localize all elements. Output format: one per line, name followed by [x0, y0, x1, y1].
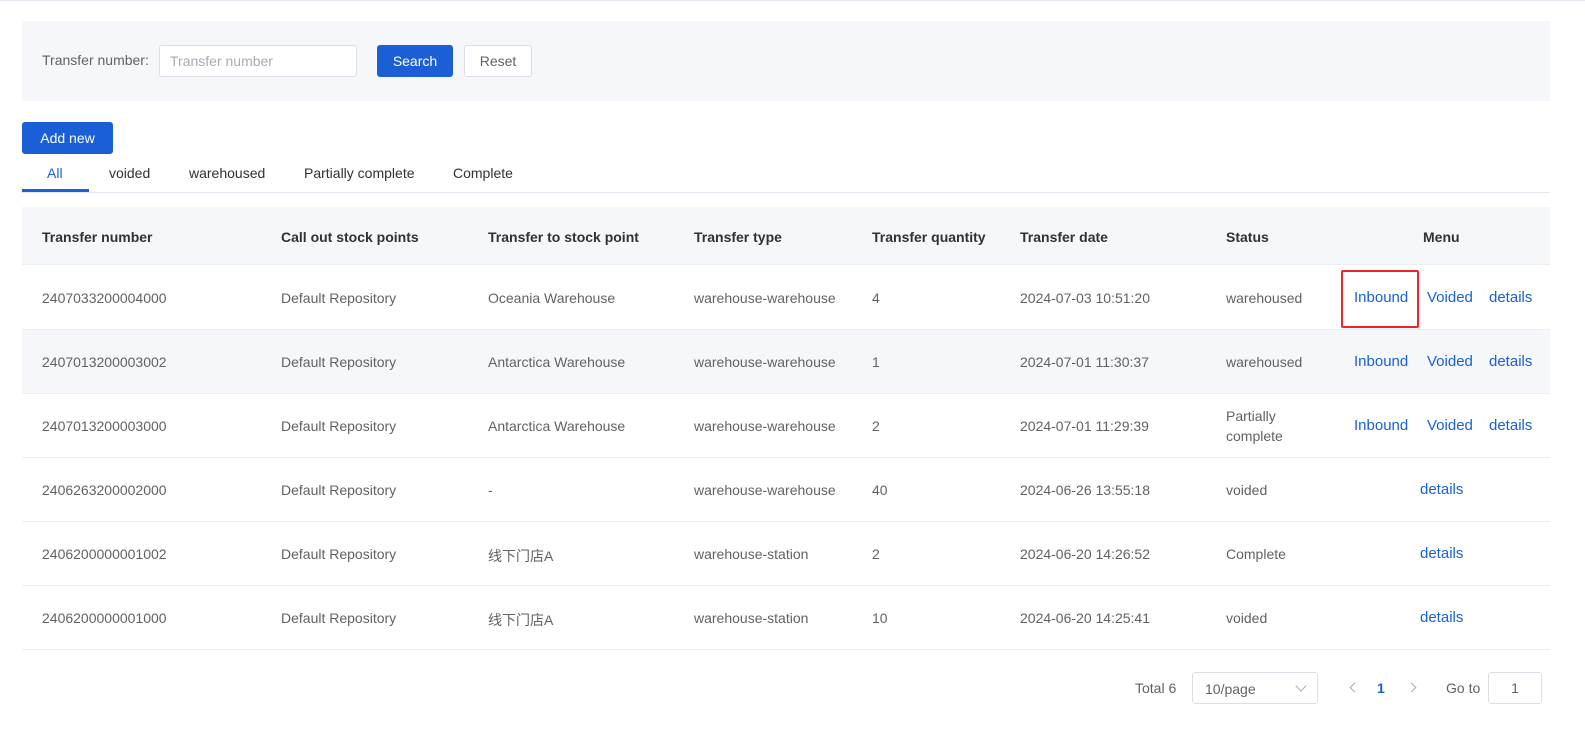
cell-transfer-number: 2406200000001002 — [42, 546, 167, 562]
cell-transfer-number: 2407033200004000 — [42, 290, 167, 306]
details-link[interactable]: details — [1420, 481, 1463, 498]
cell-status: Partially complete — [1226, 408, 1283, 444]
cell-date: 2024-06-20 14:25:41 — [1020, 610, 1150, 626]
table-row: 2407013200003002 Default Repository Anta… — [22, 330, 1550, 394]
transfer-number-input[interactable] — [159, 45, 357, 77]
transfer-number-label: Transfer number: — [42, 52, 149, 68]
table-row: 2406200000001000 Default Repository 线下门店… — [22, 586, 1550, 650]
chevron-down-icon — [1295, 680, 1307, 692]
cell-date: 2024-06-26 13:55:18 — [1020, 482, 1150, 498]
table-row: 2407013200003000 Default Repository Anta… — [22, 394, 1550, 458]
reset-button[interactable]: Reset — [464, 45, 532, 77]
details-link[interactable]: details — [1420, 609, 1463, 626]
details-link[interactable]: details — [1420, 545, 1463, 562]
goto-label: Go to — [1446, 680, 1481, 696]
table-header: Transfer number Call out stock points Tr… — [22, 207, 1550, 265]
cell-transfer-to: - — [488, 482, 493, 498]
filter-bar: Transfer number: Search Reset — [22, 21, 1550, 101]
cell-status: voided — [1226, 610, 1268, 626]
cell-date: 2024-07-01 11:30:37 — [1020, 354, 1149, 370]
chevron-left-icon[interactable] — [1346, 681, 1362, 697]
voided-link[interactable]: Voided — [1427, 289, 1473, 306]
cell-status: warehoused — [1226, 354, 1303, 370]
inbound-highlight-box — [1341, 270, 1419, 328]
goto-page-input[interactable] — [1488, 672, 1542, 704]
cell-call-out: Default Repository — [281, 546, 397, 562]
tab-all[interactable]: All — [47, 165, 63, 181]
cell-call-out: Default Repository — [281, 354, 397, 370]
details-link[interactable]: details — [1489, 353, 1532, 370]
cell-transfer-number: 2407013200003002 — [42, 354, 167, 370]
cell-transfer-to: 线下门店A — [488, 612, 554, 628]
pagination: Total 6 10/page 1 Go to — [0, 672, 1585, 704]
cell-transfer-to: Oceania Warehouse — [488, 290, 616, 306]
cell-call-out: Default Repository — [281, 610, 397, 626]
cell-call-out: Default Repository — [281, 418, 397, 434]
cell-quantity: 2 — [872, 418, 880, 434]
header-call-out: Call out stock points — [281, 229, 419, 245]
inbound-link[interactable]: Inbound — [1354, 353, 1408, 370]
header-quantity: Transfer quantity — [872, 229, 986, 245]
cell-transfer-type: warehouse-warehouse — [694, 354, 836, 370]
tab-partially-complete[interactable]: Partially complete — [304, 165, 415, 181]
cell-transfer-type: warehouse-station — [694, 546, 809, 562]
header-transfer-number: Transfer number — [42, 229, 153, 245]
active-tab-indicator — [22, 189, 89, 192]
cell-quantity: 10 — [872, 610, 888, 626]
cell-status: Complete — [1226, 546, 1286, 562]
voided-link[interactable]: Voided — [1427, 417, 1473, 434]
table-row: 2407033200004000 Default Repository Ocea… — [22, 266, 1550, 330]
chevron-right-icon[interactable] — [1405, 681, 1421, 697]
cell-quantity: 1 — [872, 354, 880, 370]
page-size-select[interactable]: 10/page — [1192, 672, 1318, 704]
cell-transfer-to: Antarctica Warehouse — [488, 354, 626, 370]
header-date: Transfer date — [1020, 229, 1108, 245]
top-divider — [0, 0, 1585, 1]
page-number-current[interactable]: 1 — [1377, 680, 1385, 696]
cell-quantity: 2 — [872, 546, 880, 562]
cell-transfer-type: warehouse-warehouse — [694, 418, 836, 434]
cell-transfer-type: warehouse-station — [694, 610, 809, 626]
cell-transfer-to: Antarctica Warehouse — [488, 418, 626, 434]
tab-voided[interactable]: voided — [109, 165, 150, 181]
page-size-value: 10/page — [1205, 681, 1256, 697]
cell-date: 2024-06-20 14:26:52 — [1020, 546, 1150, 562]
header-transfer-to: Transfer to stock point — [488, 229, 639, 245]
cell-transfer-to: 线下门店A — [488, 548, 554, 564]
search-button[interactable]: Search — [377, 45, 453, 77]
tab-warehoused[interactable]: warehoused — [189, 165, 265, 181]
tab-complete[interactable]: Complete — [453, 165, 513, 181]
cell-date: 2024-07-01 11:29:39 — [1020, 418, 1149, 434]
table-row: 2406263200002000 Default Repository - wa… — [22, 458, 1550, 522]
cell-transfer-type: warehouse-warehouse — [694, 290, 836, 306]
cell-status: warehoused — [1226, 290, 1303, 306]
cell-quantity: 40 — [872, 482, 888, 498]
cell-quantity: 4 — [872, 290, 880, 306]
add-new-button[interactable]: Add new — [22, 122, 113, 154]
header-status: Status — [1226, 229, 1269, 245]
header-transfer-type: Transfer type — [694, 229, 782, 245]
details-link[interactable]: details — [1489, 289, 1532, 306]
cell-transfer-number: 2406263200002000 — [42, 482, 167, 498]
cell-call-out: Default Repository — [281, 482, 397, 498]
cell-call-out: Default Repository — [281, 290, 397, 306]
cell-transfer-number: 2407013200003000 — [42, 418, 167, 434]
details-link[interactable]: details — [1489, 417, 1532, 434]
status-tabs: All voided warehoused Partially complete… — [22, 155, 1550, 193]
pagination-total: Total 6 — [1135, 680, 1177, 696]
cell-transfer-type: warehouse-warehouse — [694, 482, 836, 498]
header-menu: Menu — [1423, 229, 1460, 245]
cell-date: 2024-07-03 10:51:20 — [1020, 290, 1150, 306]
table-row: 2406200000001002 Default Repository 线下门店… — [22, 522, 1550, 586]
cell-status: voided — [1226, 482, 1268, 498]
voided-link[interactable]: Voided — [1427, 353, 1473, 370]
cell-transfer-number: 2406200000001000 — [42, 610, 167, 626]
inbound-link[interactable]: Inbound — [1354, 417, 1408, 434]
